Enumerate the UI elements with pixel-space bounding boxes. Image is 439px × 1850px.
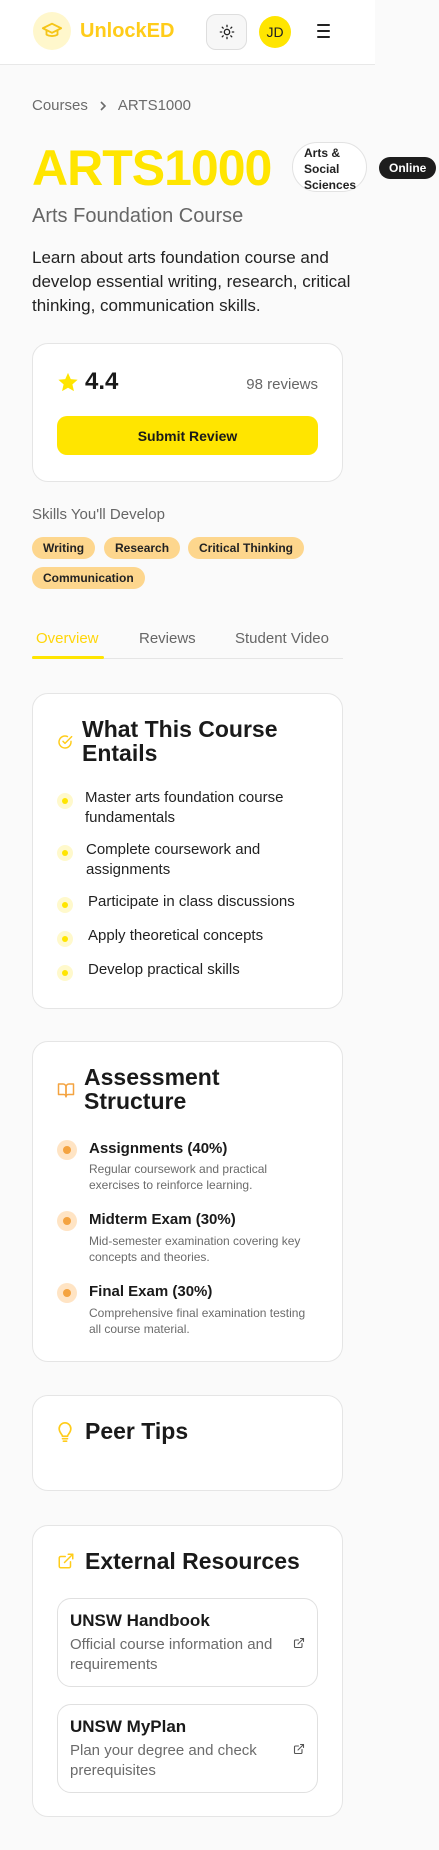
brand-name[interactable]: UnlockED (80, 20, 174, 43)
bullet-icon (57, 1140, 77, 1160)
resource-link-myplan[interactable]: UNSW MyPlan Plan your degree and check p… (57, 1704, 318, 1793)
breadcrumb-courses-link[interactable]: Courses (32, 97, 88, 114)
skill-chip: Critical Thinking (188, 537, 305, 559)
external-resources-card: External Resources UNSW Handbook Officia… (32, 1525, 343, 1817)
tab-bar: Overview Reviews Student Video (32, 622, 343, 659)
assessment-item-title: Midterm Exam (30%) (89, 1211, 236, 1228)
skills-heading: Skills You'll Develop (32, 506, 165, 523)
rating-value-group: 4.4 (57, 368, 118, 396)
tab-reviews[interactable]: Reviews (139, 630, 196, 647)
theme-toggle-button[interactable] (206, 14, 247, 50)
list-item: Apply theoretical concepts (88, 927, 264, 944)
skill-chip: Communication (32, 567, 145, 589)
assessment-item-desc: Comprehensive final examination testing … (89, 1306, 306, 1336)
delivery-mode-badge: Online (379, 157, 437, 179)
skill-chip: Research (104, 537, 181, 559)
resource-title: UNSW MyPlan (70, 1717, 187, 1736)
bullet-icon (57, 1211, 77, 1231)
submit-review-button[interactable]: Submit Review (57, 416, 318, 455)
rating-card: 4.4 98 reviews Submit Review (32, 343, 343, 482)
top-navbar: UnlockED JD (0, 0, 375, 65)
user-avatar[interactable]: JD (259, 16, 291, 48)
breadcrumb-current: ARTS1000 (117, 97, 191, 114)
active-tab-indicator (32, 656, 104, 659)
resource-desc: Official course information and requirem… (70, 1636, 273, 1673)
course-entails-card: What This Course Entails Master arts fou… (32, 693, 343, 1009)
list-item: Complete coursework and assignments (86, 841, 261, 878)
course-code: ARTS1000 (32, 140, 272, 196)
external-link-icon (293, 1637, 305, 1649)
sun-icon (219, 24, 234, 40)
section-title-entails: What This Course Entails (82, 716, 278, 766)
bullet-icon (57, 965, 73, 981)
bullet-icon (57, 845, 73, 861)
tab-student-video[interactable]: Student Video (235, 630, 329, 647)
faculty-badge: Arts & Social Sciences (292, 142, 367, 192)
list-item: Master arts foundation course fundamenta… (85, 789, 284, 826)
menu-button[interactable] (313, 20, 335, 42)
tab-overview[interactable]: Overview (36, 630, 99, 647)
section-title-peer-tips: Peer Tips (85, 1418, 189, 1444)
external-link-icon (58, 1553, 74, 1569)
section-title-resources: External Resources (85, 1548, 300, 1574)
list-item: Develop practical skills (88, 961, 240, 978)
assessment-card: Assessment Structure Assignments (40%) R… (32, 1041, 343, 1362)
assessment-item-desc: Mid-semester examination covering key co… (89, 1234, 301, 1264)
list-item: Participate in class discussions (88, 893, 295, 910)
breadcrumb: Courses ARTS1000 (32, 97, 191, 114)
logo[interactable] (33, 12, 71, 50)
bullet-icon (57, 1283, 77, 1303)
reviews-count: 98 reviews (246, 376, 318, 393)
course-title: Arts Foundation Course (32, 205, 244, 227)
graduation-cap-icon (41, 22, 63, 37)
assessment-item-title: Final Exam (30%) (89, 1283, 213, 1300)
bullet-icon (57, 793, 73, 809)
rating-value: 4.4 (85, 368, 119, 395)
bullet-icon (57, 931, 73, 947)
lightbulb-icon (58, 1422, 72, 1442)
assessment-item-title: Assignments (40%) (89, 1140, 228, 1157)
skill-chip: Writing (32, 537, 96, 559)
course-description: Learn about arts foundation course and d… (32, 248, 351, 315)
section-title-assessment: Assessment Structure (84, 1064, 220, 1114)
external-link-icon (293, 1743, 305, 1755)
menu-icon (317, 24, 330, 26)
check-circle-icon (58, 735, 73, 749)
peer-tips-card: Peer Tips (32, 1395, 343, 1491)
resource-title: UNSW Handbook (70, 1611, 210, 1630)
chevron-right-icon (100, 100, 106, 111)
star-icon (58, 372, 78, 392)
bullet-icon (57, 897, 73, 913)
resource-link-handbook[interactable]: UNSW Handbook Official course informatio… (57, 1598, 318, 1687)
resource-desc: Plan your degree and check prerequisites (70, 1742, 257, 1779)
assessment-item-desc: Regular coursework and practical exercis… (89, 1162, 268, 1192)
book-open-icon (57, 1083, 75, 1098)
